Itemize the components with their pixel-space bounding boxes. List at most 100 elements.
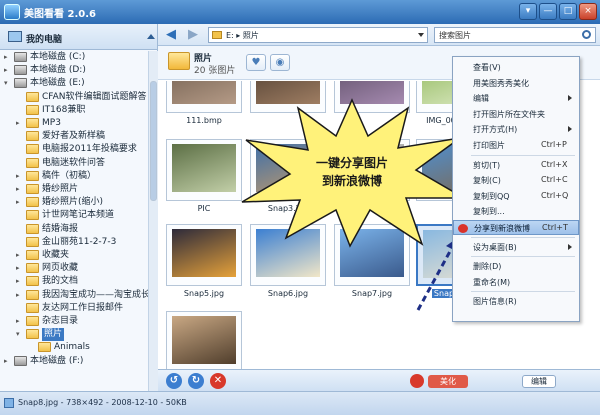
tree-item-folder[interactable]: CFAN软件编辑面试题解答 <box>0 91 148 104</box>
expand-toggle-icon[interactable]: ▾ <box>4 79 12 87</box>
tree-item-folder[interactable]: 金山丽苑11-2-7-3 <box>0 236 148 249</box>
menu-item[interactable]: 打开图片所在文件夹 <box>453 107 579 122</box>
menu-item[interactable]: 分享到新浪微博 Ctrl+T <box>453 220 579 235</box>
expand-toggle-icon[interactable]: ▸ <box>16 317 24 325</box>
menu-item[interactable]: 图片信息(R) <box>453 294 579 309</box>
expand-toggle-icon[interactable] <box>28 343 36 351</box>
expand-toggle-icon[interactable] <box>16 93 24 101</box>
tree-item-folder[interactable]: ▾ 照片 <box>0 328 148 342</box>
drive-icon <box>14 355 27 366</box>
expand-toggle-icon[interactable]: ▸ <box>16 277 24 285</box>
thumbnail-caption[interactable]: Snap6.jpg <box>250 289 326 298</box>
maximize-button[interactable]: □ <box>559 3 577 20</box>
folder-icon <box>26 329 39 340</box>
expand-toggle-icon[interactable]: ▸ <box>16 264 24 272</box>
expand-toggle-icon[interactable]: ▸ <box>16 119 24 127</box>
menu-item[interactable]: 复制到... <box>453 204 579 219</box>
tree-item-folder[interactable]: 计世网笔记本频道 <box>0 209 148 222</box>
menu-item[interactable]: 查看(V) <box>453 60 579 75</box>
edit-button[interactable]: 编辑 <box>522 375 556 388</box>
tree-item-folder[interactable]: Animals <box>0 341 148 354</box>
expand-toggle-icon[interactable]: ▸ <box>16 291 24 299</box>
menu-button[interactable]: ▾ <box>519 3 537 20</box>
menu-item[interactable]: 删除(D) <box>453 259 579 274</box>
tree-item-drive[interactable]: ▾ 本地磁盘 (E:) <box>0 77 148 90</box>
thumbnail[interactable] <box>166 311 242 373</box>
tree-item-folder[interactable]: ▸ 婚纱照片(缩小) <box>0 196 148 209</box>
expand-toggle-icon[interactable]: ▸ <box>4 357 12 365</box>
tree-item-folder[interactable]: 友达网工作日报邮件 <box>0 302 148 315</box>
tree-item-folder[interactable]: 电脑报2011年投稿要求 <box>0 143 148 156</box>
expand-toggle-icon[interactable]: ▸ <box>16 185 24 193</box>
menu-item[interactable]: 打开方式(H) <box>453 122 579 137</box>
tree-item-folder[interactable]: IT168兼职 <box>0 104 148 117</box>
expand-toggle-icon[interactable]: ▾ <box>16 330 24 338</box>
tree-item-drive[interactable]: ▸ 本地磁盘 (F:) <box>0 355 148 368</box>
favorite-heart-icon[interactable]: ♥ <box>246 54 266 71</box>
search-icon[interactable] <box>582 30 591 39</box>
thumbnail-filename: PIC <box>197 204 211 213</box>
close-button[interactable]: × <box>579 3 597 20</box>
expand-toggle-icon[interactable] <box>16 145 24 153</box>
thumbnail-caption[interactable]: Snap5.jpg <box>166 289 242 298</box>
thumbnail[interactable] <box>166 81 242 113</box>
thumbnail[interactable] <box>166 224 242 286</box>
menu-item[interactable]: 用美图秀秀美化 <box>453 76 579 91</box>
expand-toggle-icon[interactable] <box>16 132 24 140</box>
rotate-left-button[interactable]: ↺ <box>166 373 182 389</box>
expand-toggle-icon[interactable]: ▸ <box>16 198 24 206</box>
expand-toggle-icon[interactable] <box>16 211 24 219</box>
expand-toggle-icon[interactable] <box>16 304 24 312</box>
callout-line-1: 一键分享图片 <box>315 156 388 170</box>
tree-scrollbar[interactable] <box>148 51 158 391</box>
expand-toggle-icon[interactable] <box>16 106 24 114</box>
thumbnail-caption[interactable]: PIC <box>166 204 242 213</box>
tree-item-folder[interactable]: ▸ 我因淘宝成功——淘宝成长 <box>0 289 148 302</box>
back-button[interactable]: ◀ <box>162 27 180 43</box>
view-eye-icon[interactable]: ◉ <box>270 54 290 71</box>
menu-item[interactable]: 复制到QQ Ctrl+Q <box>453 189 579 204</box>
tree-item-folder[interactable]: ▸ MP3 <box>0 117 148 130</box>
rotate-right-button[interactable]: ↻ <box>188 373 204 389</box>
dropdown-arrow-icon[interactable] <box>418 33 424 37</box>
delete-button[interactable]: ✕ <box>210 373 226 389</box>
search-input[interactable]: 搜索图片 <box>434 27 596 43</box>
tree-item-folder[interactable]: ▸ 稿件（初稿） <box>0 170 148 183</box>
tree-item-folder[interactable]: ▸ 我的文档 <box>0 275 148 288</box>
tree-item-drive[interactable]: ▸ 本地磁盘 (D:) <box>0 64 148 77</box>
tree-item-folder[interactable]: ▸ 婚纱照片 <box>0 183 148 196</box>
menu-item[interactable]: 复制(C) Ctrl+C <box>453 173 579 188</box>
tree-item-folder[interactable]: 电脑迷软件问答 <box>0 157 148 170</box>
expand-toggle-icon[interactable] <box>16 225 24 233</box>
thumbnail-filename: 111.bmp <box>186 116 222 125</box>
tree-item-folder[interactable]: ▸ 网页收藏 <box>0 262 148 275</box>
beautify-button[interactable]: 美化 <box>428 375 468 388</box>
weibo-icon[interactable] <box>410 374 424 388</box>
address-bar[interactable]: E: ▸ 照片 <box>208 27 428 43</box>
menu-item[interactable]: 编辑 <box>453 91 579 106</box>
thumbnail[interactable] <box>166 139 242 201</box>
expand-toggle-icon[interactable] <box>16 238 24 246</box>
expand-toggle-icon[interactable]: ▸ <box>16 251 24 259</box>
expand-toggle-icon[interactable]: ▸ <box>16 172 24 180</box>
tree-item-folder[interactable]: ▸ 杂志目录 <box>0 315 148 328</box>
menu-item[interactable]: 剪切(T) Ctrl+X <box>453 158 579 173</box>
expand-toggle-icon[interactable]: ▸ <box>4 66 12 74</box>
collapse-up-icon[interactable] <box>147 34 155 39</box>
tree-item-folder[interactable]: 爱好者及新样稿 <box>0 130 148 143</box>
minimize-button[interactable]: — <box>539 3 557 20</box>
tree-item-drive[interactable]: ▸ 本地磁盘 (C:) <box>0 51 148 64</box>
expand-toggle-icon[interactable]: ▸ <box>4 53 12 61</box>
thumbnail-caption[interactable]: Snap7.jpg <box>334 289 410 298</box>
menu-item[interactable]: 打印图片 Ctrl+P <box>453 138 579 153</box>
tree-item-folder[interactable]: 结婚海报 <box>0 223 148 236</box>
thumbnail-caption[interactable]: 111.bmp <box>166 116 242 125</box>
tree-scrollbar-thumb[interactable] <box>150 81 157 201</box>
submenu-arrow-icon <box>568 126 572 133</box>
expand-toggle-icon[interactable] <box>16 159 24 167</box>
forward-button[interactable]: ▶ <box>184 27 202 43</box>
menu-item[interactable]: 设为桌面(B) <box>453 240 579 255</box>
tree-item-folder[interactable]: ▸ 收藏夹 <box>0 249 148 262</box>
folder-panel-header[interactable]: 我的电脑 <box>0 24 157 50</box>
menu-item[interactable]: 重命名(M) <box>453 275 579 290</box>
